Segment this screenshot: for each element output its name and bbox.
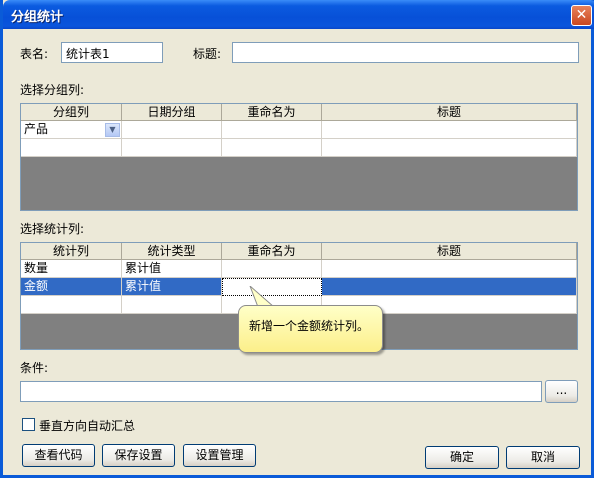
stat-cell[interactable]: 数量 <box>21 260 122 278</box>
tooltip-balloon: 新增一个金额统计列。 <box>238 305 383 353</box>
stat-section-label: 选择统计列: <box>20 222 85 236</box>
tooltip-text: 新增一个金额统计列。 <box>249 319 370 333</box>
stat-cell-selected[interactable] <box>322 278 577 296</box>
group-header-title[interactable]: 标题 <box>322 104 577 121</box>
table-name-label: 表名: <box>20 47 49 61</box>
dialog-window: 分组统计 ✕ 表名: 统计表1 标题: 选择分组列: 分组列 日期分组 重命名为… <box>0 0 594 478</box>
stat-header-rename[interactable]: 重命名为 <box>222 243 322 260</box>
stat-header-column[interactable]: 统计列 <box>21 243 122 260</box>
stat-cell[interactable] <box>21 296 122 314</box>
stat-header-type[interactable]: 统计类型 <box>122 243 222 260</box>
auto-sum-label: 垂直方向自动汇总 <box>39 419 136 433</box>
window-title: 分组统计 <box>11 10 64 25</box>
group-section-label: 选择分组列: <box>20 83 85 97</box>
group-header-rename[interactable]: 重命名为 <box>222 104 322 121</box>
stat-cell[interactable] <box>222 260 322 278</box>
group-cell[interactable] <box>322 139 577 157</box>
group-grid[interactable]: 分组列 日期分组 重命名为 标题 产品 ▼ <box>20 103 578 211</box>
condition-label: 条件: <box>20 361 49 375</box>
group-cell[interactable] <box>222 121 322 139</box>
stat-cell-selected[interactable]: 金额 <box>21 278 122 296</box>
stat-cell[interactable] <box>122 296 222 314</box>
group-header-date[interactable]: 日期分组 <box>122 104 222 121</box>
auto-sum-checkbox[interactable] <box>22 418 35 431</box>
group-cell-text: 产品 <box>24 122 49 136</box>
title-bar[interactable]: 分组统计 ✕ <box>3 0 594 29</box>
chevron-down-icon[interactable]: ▼ <box>105 123 120 137</box>
caption-input[interactable] <box>232 42 579 63</box>
condition-browse-button[interactable]: ... <box>545 380 578 403</box>
stat-header-title[interactable]: 标题 <box>322 243 577 260</box>
group-cell[interactable] <box>122 121 222 139</box>
manage-settings-button[interactable]: 设置管理 <box>183 444 256 467</box>
stat-cell[interactable]: 累计值 <box>122 260 222 278</box>
ok-button[interactable]: 确定 <box>425 446 499 469</box>
close-button[interactable]: ✕ <box>571 5 592 26</box>
table-name-input[interactable]: 统计表1 <box>61 42 163 63</box>
condition-input[interactable] <box>20 381 542 402</box>
group-cell[interactable] <box>322 121 577 139</box>
caption-label: 标题: <box>193 47 222 61</box>
stat-cell[interactable] <box>322 260 577 278</box>
stat-cell-selected[interactable]: 累计值 <box>122 278 222 296</box>
cancel-button[interactable]: 取消 <box>506 446 580 469</box>
close-icon: ✕ <box>575 7 588 23</box>
group-cell[interactable] <box>122 139 222 157</box>
group-header-column[interactable]: 分组列 <box>21 104 122 121</box>
save-settings-button[interactable]: 保存设置 <box>102 444 175 467</box>
group-cell[interactable] <box>21 139 122 157</box>
view-code-button[interactable]: 查看代码 <box>22 444 95 467</box>
group-cell[interactable] <box>222 139 322 157</box>
